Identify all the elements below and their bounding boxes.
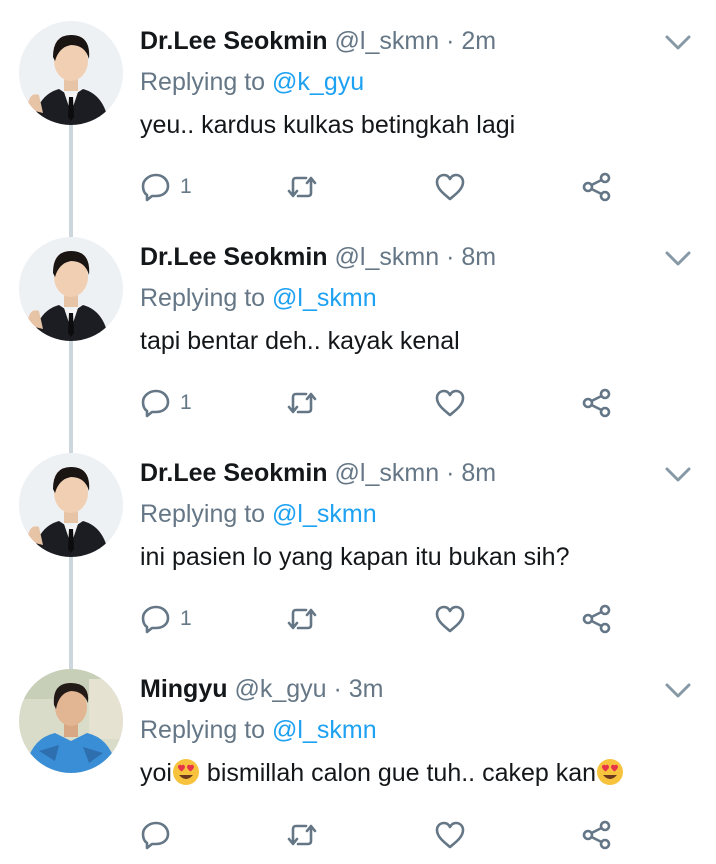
replying-to-mention[interactable]: @l_skmn: [272, 500, 377, 528]
timestamp[interactable]: 2m: [461, 27, 496, 55]
like-icon: [435, 389, 465, 417]
replying-to: Replying to @l_skmn: [140, 283, 377, 313]
like-button[interactable]: [434, 386, 466, 420]
user-handle[interactable]: @l_skmn: [335, 459, 440, 487]
chevron-down-icon[interactable]: [664, 34, 692, 52]
reply-icon: [141, 173, 170, 202]
user-handle[interactable]: @l_skmn: [335, 27, 440, 55]
user-handle[interactable]: @l_skmn: [335, 243, 440, 271]
reply-icon: [141, 605, 170, 634]
reply-icon: [141, 821, 170, 850]
replying-to-mention[interactable]: @l_skmn: [272, 716, 377, 744]
share-icon: [582, 604, 611, 634]
avatar[interactable]: [19, 453, 123, 557]
reply-count: 1: [180, 607, 192, 630]
heart-eyes-emoji-icon: [597, 759, 624, 785]
share-icon: [582, 172, 611, 202]
reply-button[interactable]: 1: [140, 386, 192, 420]
tweet-header: Mingyu @k_gyu · 3m: [140, 674, 384, 704]
tweet[interactable]: Mingyu @k_gyu · 3m Replying to @l_skmn y…: [0, 648, 716, 864]
tweet-text: ini pasien lo yang kapan itu bukan sih?: [140, 543, 570, 571]
tweet[interactable]: Dr.Lee Seokmin @l_skmn · 8m Replying to …: [0, 216, 716, 432]
display-name[interactable]: Dr.Lee Seokmin: [140, 27, 328, 55]
retweet-button[interactable]: [286, 170, 318, 204]
share-button[interactable]: [581, 170, 613, 204]
tweet-actions: 1: [140, 602, 620, 636]
chevron-down-icon[interactable]: [664, 250, 692, 268]
suit-person-avatar: [19, 21, 123, 125]
retweet-button[interactable]: [286, 818, 318, 852]
replying-to: Replying to @l_skmn: [140, 715, 377, 745]
display-name[interactable]: Dr.Lee Seokmin: [140, 243, 328, 271]
retweet-button[interactable]: [286, 602, 318, 636]
reply-button[interactable]: 1: [140, 170, 192, 204]
tweet-header: Dr.Lee Seokmin @l_skmn · 2m: [140, 26, 496, 56]
tweet-header: Dr.Lee Seokmin @l_skmn · 8m: [140, 458, 496, 488]
retweet-icon: [287, 608, 317, 630]
retweet-icon: [287, 824, 317, 846]
like-icon: [435, 173, 465, 201]
tweet[interactable]: Dr.Lee Seokmin @l_skmn · 8m Replying to …: [0, 432, 716, 648]
reply-icon: [141, 389, 170, 418]
replying-to-mention[interactable]: @l_skmn: [272, 284, 377, 312]
display-name[interactable]: Mingyu: [140, 675, 228, 703]
replying-to-label: Replying to: [140, 284, 266, 312]
display-name[interactable]: Dr.Lee Seokmin: [140, 459, 328, 487]
retweet-icon: [287, 176, 317, 198]
heart-eyes-emoji-icon: [172, 759, 199, 785]
reply-button[interactable]: [140, 818, 180, 852]
tweet[interactable]: Dr.Lee Seokmin @l_skmn · 2m Replying to …: [0, 0, 716, 216]
tweet-text-part: yoi: [140, 759, 172, 787]
suit-person-avatar: [19, 453, 123, 557]
share-button[interactable]: [581, 818, 613, 852]
replying-to: Replying to @l_skmn: [140, 499, 377, 529]
avatar[interactable]: [19, 669, 123, 773]
tweet-actions: 1: [140, 386, 620, 420]
reply-count: 1: [180, 175, 192, 198]
like-button[interactable]: [434, 602, 466, 636]
timestamp[interactable]: 8m: [461, 459, 496, 487]
replying-to-label: Replying to: [140, 716, 266, 744]
share-icon: [582, 388, 611, 418]
share-icon: [582, 820, 611, 850]
tweet-header: Dr.Lee Seokmin @l_skmn · 8m: [140, 242, 496, 272]
tweet-text: yeu.. kardus kulkas betingkah lagi: [140, 111, 516, 139]
like-button[interactable]: [434, 818, 466, 852]
tweet-actions: 1: [140, 170, 620, 204]
like-icon: [435, 605, 465, 633]
share-button[interactable]: [581, 602, 613, 636]
avatar[interactable]: [19, 21, 123, 125]
separator-dot: ·: [446, 459, 455, 487]
blue-shirt-person-avatar: [19, 669, 123, 773]
retweet-icon: [287, 392, 317, 414]
separator-dot: ·: [333, 675, 342, 703]
replying-to-label: Replying to: [140, 68, 266, 96]
tweet-text: tapi bentar deh.. kayak kenal: [140, 327, 460, 355]
tweet-actions: [140, 818, 620, 852]
avatar[interactable]: [19, 237, 123, 341]
chevron-down-icon[interactable]: [664, 466, 692, 484]
tweet-text: yoi bismillah calon gue tuh.. cakep kan: [140, 758, 624, 788]
share-button[interactable]: [581, 386, 613, 420]
reply-count: 1: [180, 391, 192, 414]
replying-to-label: Replying to: [140, 500, 266, 528]
reply-button[interactable]: 1: [140, 602, 192, 636]
like-icon: [435, 821, 465, 849]
separator-dot: ·: [446, 27, 455, 55]
replying-to-mention[interactable]: @k_gyu: [272, 68, 364, 96]
timestamp[interactable]: 8m: [461, 243, 496, 271]
replying-to: Replying to @k_gyu: [140, 67, 364, 97]
timestamp[interactable]: 3m: [349, 675, 384, 703]
chevron-down-icon[interactable]: [664, 682, 692, 700]
like-button[interactable]: [434, 170, 466, 204]
tweet-text-part: bismillah calon gue tuh.. cakep kan: [199, 759, 597, 787]
user-handle[interactable]: @k_gyu: [234, 675, 326, 703]
separator-dot: ·: [446, 243, 455, 271]
suit-person-avatar: [19, 237, 123, 341]
retweet-button[interactable]: [286, 386, 318, 420]
